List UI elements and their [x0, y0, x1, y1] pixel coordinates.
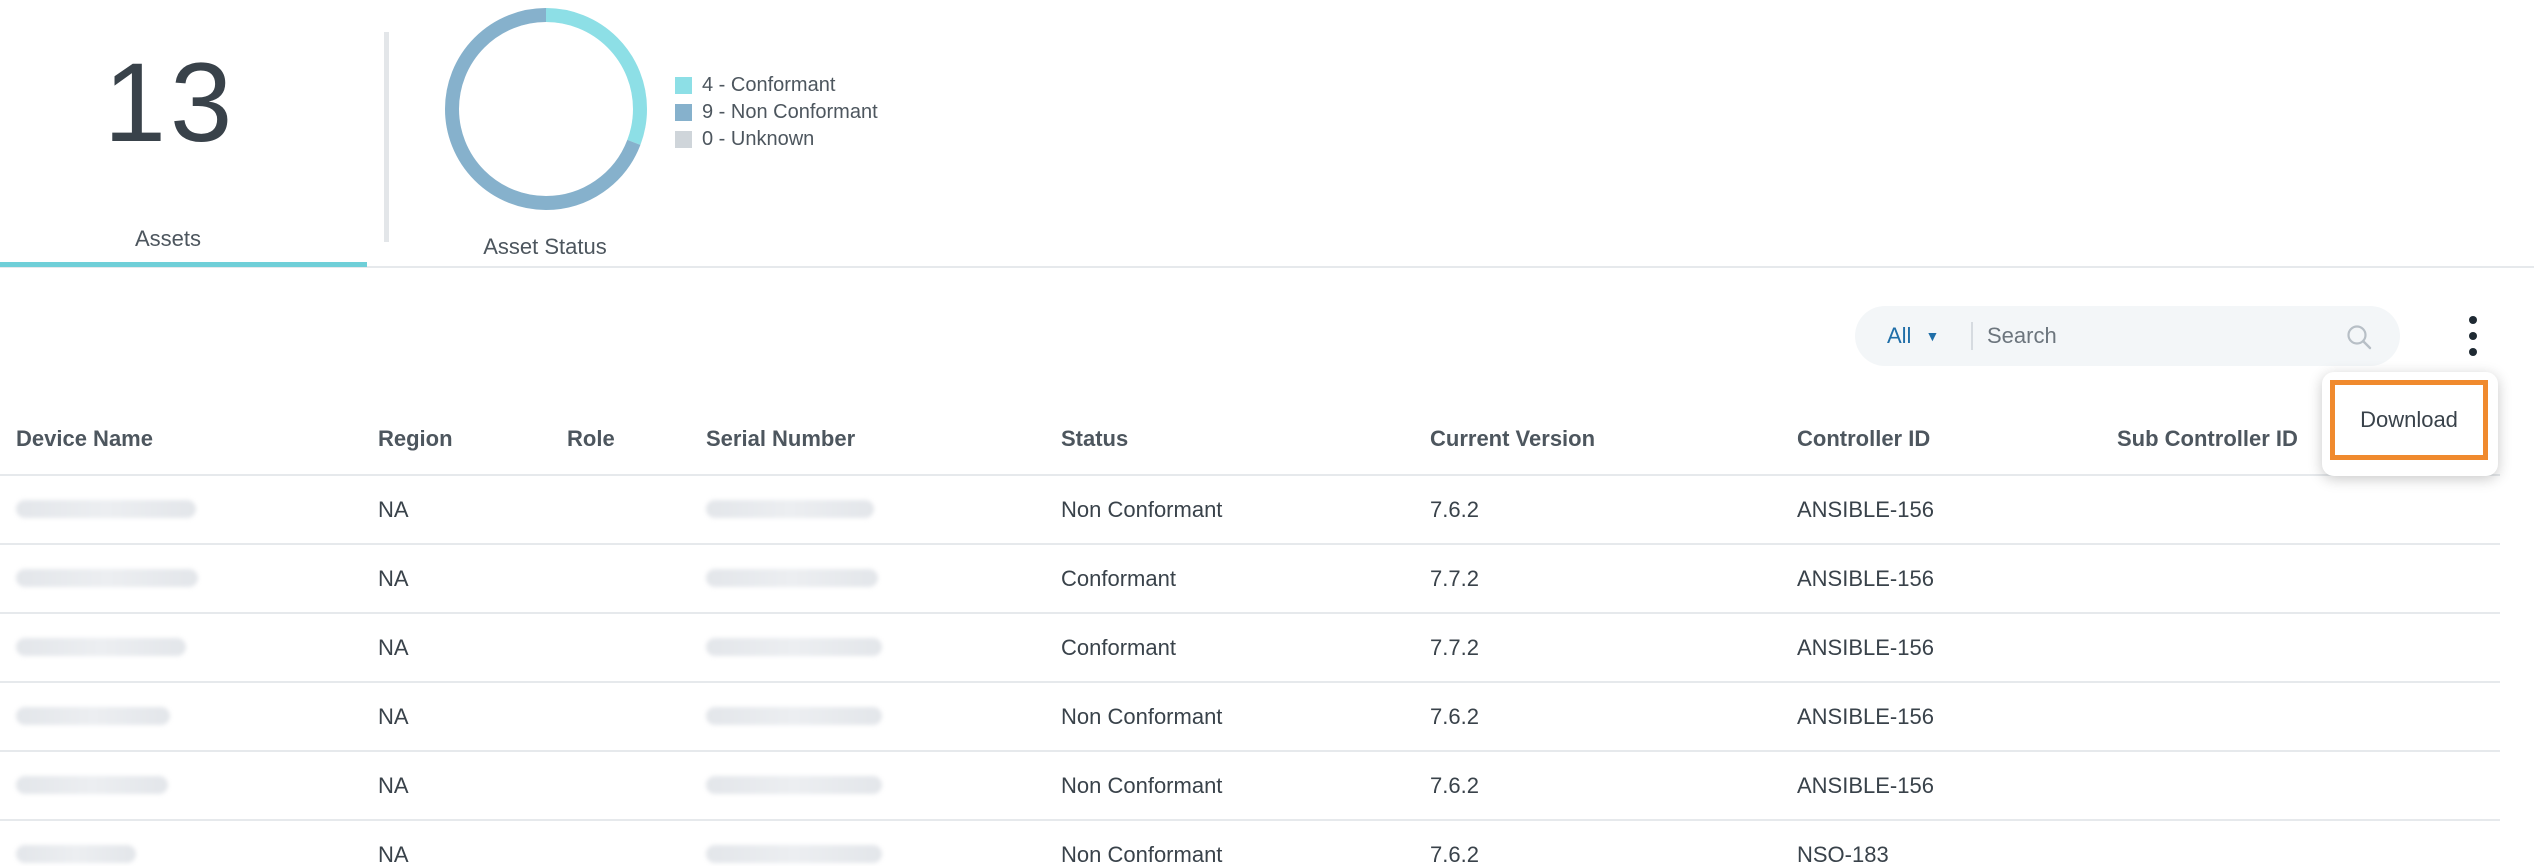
- redacted-serial-number: [706, 569, 878, 587]
- search-bar: All ▼: [1855, 306, 2400, 366]
- asset-status-label: Asset Status: [483, 234, 607, 259]
- legend-label-conformant: 4 - Conformant: [702, 74, 836, 96]
- table-row[interactable]: NA Conformant 7.7.2 ANSIBLE-156: [0, 545, 2500, 614]
- column-header-current-version[interactable]: Current Version: [1430, 426, 1595, 452]
- cell-current-version: 7.6.2: [1430, 773, 1479, 798]
- cell-status: Non Conformant: [1061, 497, 1223, 522]
- cell-region: NA: [378, 704, 409, 729]
- column-header-region[interactable]: Region: [378, 426, 453, 452]
- search-input[interactable]: [1987, 316, 2327, 356]
- table-row[interactable]: NA Non Conformant 7.6.2 ANSIBLE-156: [0, 752, 2500, 821]
- filter-value: All: [1887, 323, 1912, 348]
- redacted-serial-number: [706, 638, 882, 656]
- cell-controller-id: ANSIBLE-156: [1797, 497, 1934, 522]
- cell-current-version: 7.6.2: [1430, 842, 1479, 866]
- cell-status: Conformant: [1061, 566, 1176, 591]
- summary-divider: [384, 32, 389, 242]
- cell-status: Non Conformant: [1061, 842, 1223, 866]
- redacted-device-name: [16, 707, 170, 725]
- cell-region: NA: [378, 773, 409, 798]
- redacted-device-name: [16, 500, 196, 518]
- cell-region: NA: [378, 566, 409, 591]
- redacted-device-name: [16, 845, 136, 863]
- legend-swatch-non-conformant: [675, 104, 692, 121]
- column-header-serial-number[interactable]: Serial Number: [706, 426, 855, 452]
- cell-controller-id: ANSIBLE-156: [1797, 566, 1934, 591]
- legend-item-conformant: 4 - Conformant: [675, 72, 878, 99]
- assets-table: Device Name Region Role Serial Number St…: [0, 406, 2500, 866]
- cell-status: Non Conformant: [1061, 773, 1223, 798]
- redacted-device-name: [16, 569, 198, 587]
- redacted-serial-number: [706, 776, 882, 794]
- kebab-dot: [2469, 348, 2477, 356]
- legend-item-unknown: 0 - Unknown: [675, 126, 878, 153]
- legend-label-non-conformant: 9 - Non Conformant: [702, 101, 878, 123]
- cell-region: NA: [378, 842, 409, 866]
- column-header-sub-controller-id[interactable]: Sub Controller ID: [2117, 426, 2298, 452]
- cell-current-version: 7.6.2: [1430, 704, 1479, 729]
- cell-current-version: 7.7.2: [1430, 635, 1479, 660]
- redacted-serial-number: [706, 500, 874, 518]
- cell-status: Conformant: [1061, 635, 1176, 660]
- cell-controller-id: ANSIBLE-156: [1797, 773, 1934, 798]
- legend-item-non-conformant: 9 - Non Conformant: [675, 99, 878, 126]
- column-header-status[interactable]: Status: [1061, 426, 1128, 452]
- cell-controller-id: ANSIBLE-156: [1797, 635, 1934, 660]
- column-header-device-name[interactable]: Device Name: [16, 426, 153, 452]
- column-header-controller-id[interactable]: Controller ID: [1797, 426, 1930, 452]
- redacted-device-name: [16, 638, 186, 656]
- caret-down-icon: ▼: [1925, 328, 1940, 344]
- cell-current-version: 7.7.2: [1430, 566, 1479, 591]
- cell-controller-id: ANSIBLE-156: [1797, 704, 1934, 729]
- kebab-dot: [2469, 332, 2477, 340]
- cell-region: NA: [378, 635, 409, 660]
- search-icon[interactable]: [2345, 323, 2373, 351]
- redacted-serial-number: [706, 707, 882, 725]
- cell-current-version: 7.6.2: [1430, 497, 1479, 522]
- cell-controller-id: NSO-183: [1797, 842, 1889, 866]
- filter-divider: [1971, 322, 1973, 350]
- assets-label: Assets: [134, 226, 202, 251]
- summary-panel: 13 Assets Asset Status 4 - Conformant 9 …: [0, 0, 2534, 268]
- asset-status-card[interactable]: Asset Status 4 - Conformant 9 - Non Conf…: [425, 0, 965, 268]
- filter-dropdown[interactable]: All ▼: [1887, 306, 1939, 366]
- assets-card[interactable]: 13 Assets: [0, 0, 367, 268]
- kebab-dot: [2469, 316, 2477, 324]
- assets-active-indicator: [0, 262, 367, 267]
- legend-swatch-unknown: [675, 131, 692, 148]
- table-row[interactable]: NA Conformant 7.7.2 ANSIBLE-156: [0, 614, 2500, 683]
- table-row[interactable]: NA Non Conformant 7.6.2 ANSIBLE-156: [0, 683, 2500, 752]
- legend-label-unknown: 0 - Unknown: [702, 128, 815, 150]
- legend-swatch-conformant: [675, 77, 692, 94]
- column-header-role[interactable]: Role: [567, 426, 615, 452]
- redacted-device-name: [16, 776, 168, 794]
- table-row[interactable]: NA Non Conformant 7.6.2 ANSIBLE-156: [0, 476, 2500, 545]
- more-options-icon[interactable]: [2457, 310, 2489, 362]
- table-row[interactable]: NA Non Conformant 7.6.2 NSO-183: [0, 821, 2500, 866]
- assets-count: 13: [103, 40, 237, 165]
- download-menu-item[interactable]: Download: [2330, 380, 2488, 460]
- cell-status: Non Conformant: [1061, 704, 1223, 729]
- asset-status-legend: 4 - Conformant 9 - Non Conformant 0 - Un…: [675, 72, 878, 153]
- cell-region: NA: [378, 497, 409, 522]
- table-header: Device Name Region Role Serial Number St…: [0, 406, 2500, 476]
- redacted-serial-number: [706, 845, 882, 863]
- asset-status-donut-chart: [445, 8, 647, 210]
- more-options-menu: Download: [2322, 372, 2498, 476]
